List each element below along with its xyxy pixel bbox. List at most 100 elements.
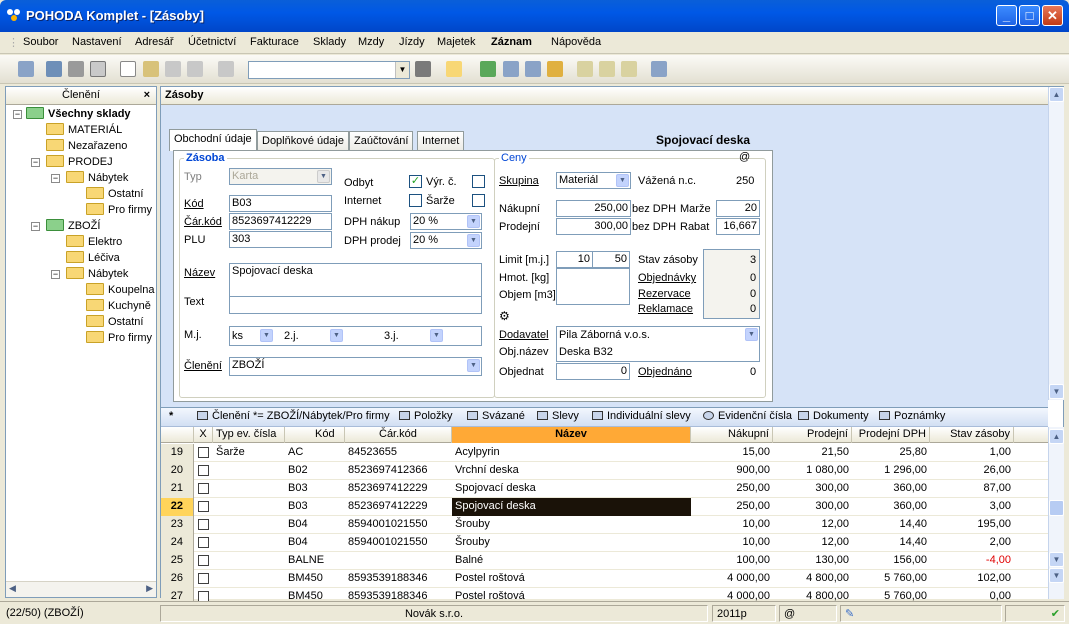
vyr-c-checkbox[interactable]	[472, 175, 485, 188]
scroll-up-icon[interactable]: ▲	[1049, 429, 1064, 444]
menu-mzdy[interactable]: Mzdy	[358, 36, 384, 48]
cleneni-field[interactable]: ZBOŽÍ ▼	[229, 357, 482, 376]
menu-jizdy[interactable]: Jízdy	[399, 36, 425, 48]
menu-napoveda[interactable]: Nápověda	[551, 36, 601, 48]
carkod-field[interactable]: 8523697412229	[229, 213, 332, 230]
scroll-right-icon[interactable]: ▶	[146, 583, 153, 594]
menu-fakturace[interactable]: Fakturace	[250, 36, 299, 48]
tab-dokumenty[interactable]: Dokumenty	[798, 410, 869, 422]
help-icon[interactable]	[651, 61, 667, 77]
tree-node-nezarazeno[interactable]: Nezařazeno	[46, 138, 127, 154]
money-icon[interactable]	[480, 61, 496, 77]
col-typ-ev-cisla[interactable]: Typ ev. čísla	[213, 427, 285, 443]
scroll-left-icon[interactable]: ◀	[9, 583, 16, 594]
col-kod[interactable]: Kód	[285, 427, 345, 443]
menu-adresar[interactable]: Adresář	[135, 36, 174, 48]
properties-icon[interactable]	[46, 61, 62, 77]
chevron-down-icon[interactable]: ▼	[467, 215, 480, 228]
row-checkbox[interactable]	[198, 519, 209, 530]
col-x[interactable]: X	[194, 427, 213, 443]
calculator-icon[interactable]	[525, 61, 541, 77]
cancel-icon[interactable]	[187, 61, 203, 77]
dph-prodej-select[interactable]: 20 % ▼	[410, 232, 482, 249]
chevron-down-icon[interactable]: ▼	[616, 174, 629, 187]
text-field[interactable]	[229, 296, 482, 314]
limit-max-field[interactable]: 50	[592, 251, 630, 268]
collapse-icon[interactable]: −	[31, 158, 40, 167]
document-icon[interactable]	[577, 61, 593, 77]
document-list-icon[interactable]	[599, 61, 615, 77]
chevron-down-icon[interactable]: ▼	[467, 234, 480, 247]
tab-obchodni-udaje[interactable]: Obchodní údaje	[169, 129, 257, 151]
objednat-field[interactable]: 0	[556, 363, 630, 380]
sarze-checkbox[interactable]	[472, 194, 485, 207]
tree-node-prodej[interactable]: PRODEJ	[46, 154, 113, 170]
rabat-field[interactable]: 16,667	[716, 218, 760, 235]
dph-nakup-select[interactable]: 20 % ▼	[410, 213, 482, 230]
tree-node-ostatni[interactable]: Ostatní	[86, 186, 143, 202]
close-button[interactable]: ✕	[1042, 5, 1063, 26]
scroll-page-down-icon[interactable]: ▼	[1049, 568, 1064, 583]
skupina-select[interactable]: Materiál ▼	[556, 172, 631, 189]
nazev-field[interactable]: Spojovací deska	[229, 263, 482, 297]
table-row[interactable]: 23 B04 8594001021550 Šrouby 10,00 12,00 14,40 1…	[161, 516, 1048, 534]
col-nazev[interactable]: Název	[452, 427, 691, 443]
tree-node-koupelna[interactable]: Koupelna	[86, 282, 155, 298]
menu-majetek[interactable]: Majetek	[437, 36, 476, 48]
col-prodejni-dph[interactable]: Prodejní DPH	[852, 427, 930, 443]
chevron-down-icon[interactable]: ▼	[330, 329, 343, 342]
tab-internet[interactable]: Internet	[417, 131, 465, 150]
objednavky-link[interactable]: Objednávky	[638, 272, 696, 284]
menu-nastaveni[interactable]: Nastavení	[72, 36, 122, 48]
col-prodejni[interactable]: Prodejní	[773, 427, 852, 443]
collapse-icon[interactable]: −	[31, 222, 40, 231]
tab-svazane[interactable]: Svázané	[467, 410, 525, 422]
menu-zaznam[interactable]: Záznam	[491, 36, 532, 48]
tab-poznamky[interactable]: Poznámky	[879, 410, 945, 422]
maximize-button[interactable]: □	[1019, 5, 1040, 26]
table-row[interactable]: 20 B02 8523697412366 Vrchní deska 900,00 1 08…	[161, 462, 1048, 480]
tree-node-zbozi[interactable]: ZBOŽÍ	[46, 218, 100, 234]
form-vertical-scrollbar[interactable]: ▲ ▼	[1048, 87, 1064, 400]
save-icon[interactable]	[165, 61, 181, 77]
tree-node-nabytek[interactable]: Nábytek	[66, 266, 128, 282]
marze-field[interactable]: 20	[716, 200, 760, 217]
mj-value[interactable]: ks	[232, 329, 243, 344]
tree-node-nabytek[interactable]: Nábytek	[66, 170, 128, 186]
new-record-star[interactable]: *	[169, 410, 173, 422]
print-icon[interactable]	[68, 61, 84, 77]
row-checkbox[interactable]	[198, 573, 209, 584]
open-folder-icon[interactable]	[446, 61, 462, 77]
menu-ucetnictvi[interactable]: Účetnictví	[188, 36, 236, 48]
row-checkbox[interactable]	[198, 501, 209, 512]
chevron-down-icon[interactable]: ▼	[745, 328, 758, 341]
tree-node-ostatni[interactable]: Ostatní	[86, 314, 143, 330]
tree-node-leciva[interactable]: Léčiva	[66, 250, 120, 266]
col-car-kod[interactable]: Čár.kód	[345, 427, 452, 443]
tree-node-material[interactable]: MATERIÁL	[46, 122, 122, 138]
scroll-thumb[interactable]	[1049, 500, 1064, 516]
dodavatel-box[interactable]: Pila Záborná v.o.s. Deska B32 ▼	[556, 326, 760, 362]
prodejni-field[interactable]: 300,00	[556, 218, 631, 235]
scroll-up-icon[interactable]: ▲	[1049, 87, 1064, 102]
row-checkbox[interactable]	[198, 447, 209, 458]
minimize-button[interactable]: _	[996, 5, 1017, 26]
table-row[interactable]: 24 B04 8594001021550 Šrouby 10,00 12,00 14,40 2…	[161, 534, 1048, 552]
table-row[interactable]: 26 BM450 8593539188346 Postel roštová 4 000,…	[161, 570, 1048, 588]
table-row[interactable]: 21 B03 8523697412229 Spojovací deska 250,00 3…	[161, 480, 1048, 498]
chevron-down-icon[interactable]: ▼	[317, 170, 330, 183]
col-nakupni[interactable]: Nákupní	[691, 427, 773, 443]
scroll-down-icon[interactable]: ▼	[1049, 552, 1064, 567]
people-icon[interactable]	[547, 61, 563, 77]
collapse-icon[interactable]: −	[13, 110, 22, 119]
internet-checkbox[interactable]	[409, 194, 422, 207]
report-icon[interactable]	[621, 61, 637, 77]
row-checkbox[interactable]	[198, 555, 209, 566]
objednano-link[interactable]: Objednáno	[638, 366, 692, 378]
tab-doplnkove-udaje[interactable]: Doplňkové údaje	[257, 131, 349, 150]
typ-select[interactable]: Karta ▼	[229, 168, 332, 185]
copy-icon[interactable]	[218, 61, 234, 77]
supplier-icon[interactable]: ⚙	[499, 309, 510, 323]
reklamace-link[interactable]: Reklamace	[638, 303, 693, 315]
table-vertical-scrollbar[interactable]: ▲ ▼ ▼	[1048, 427, 1064, 599]
